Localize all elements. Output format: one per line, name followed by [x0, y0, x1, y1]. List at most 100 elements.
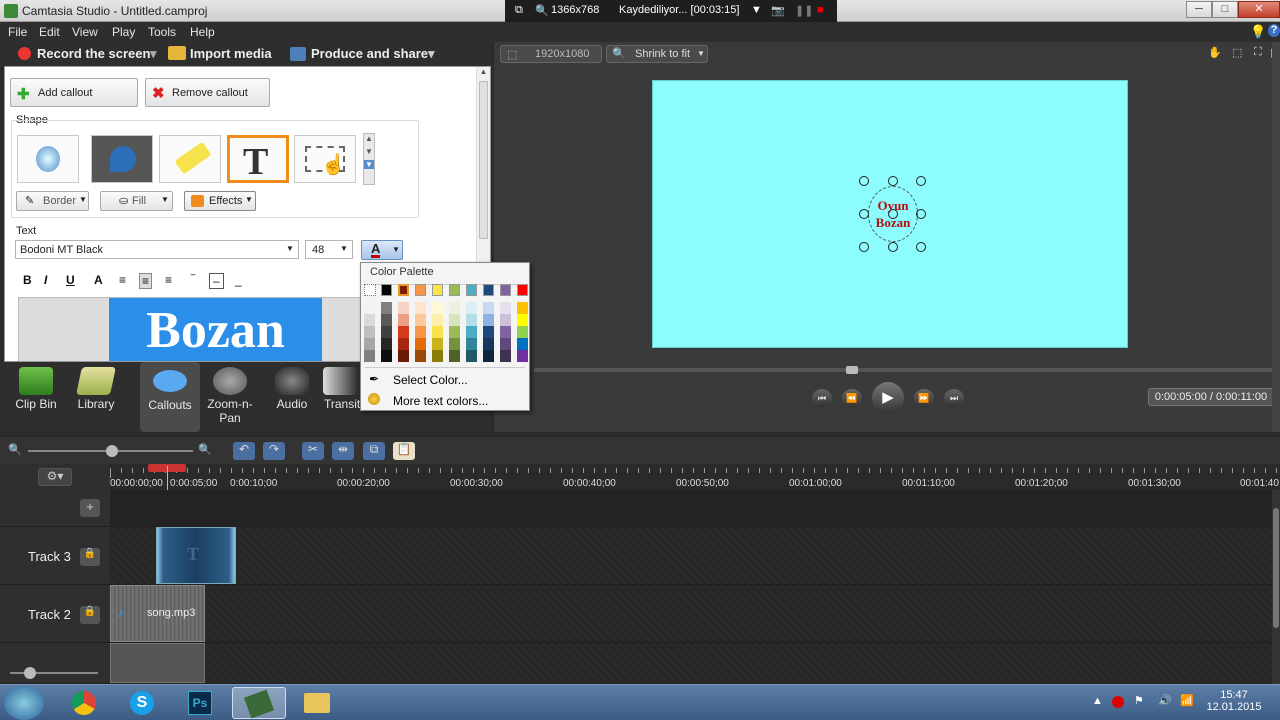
- cut-icon[interactable]: ✂: [302, 442, 324, 460]
- minimize-button[interactable]: ─: [1186, 1, 1212, 18]
- pan-hand-icon[interactable]: ✋: [1208, 46, 1222, 59]
- stop-icon[interactable]: ■: [817, 4, 824, 16]
- tool-library[interactable]: Library: [66, 362, 126, 432]
- help-icon[interactable]: ?: [1268, 24, 1280, 37]
- menu-play[interactable]: Play: [112, 25, 135, 39]
- lock-icon[interactable]: 🔒: [80, 548, 100, 566]
- fill-dropdown[interactable]: ⛀ Fill ▼: [100, 191, 173, 211]
- preview-scrubber[interactable]: [534, 368, 1280, 372]
- split-icon[interactable]: ⇹: [332, 442, 354, 460]
- shape-speech-bubble[interactable]: [17, 135, 79, 183]
- color-swatch[interactable]: [449, 284, 460, 296]
- taskbar-clock[interactable]: 15:47 12.01.2015: [1204, 689, 1264, 713]
- color-swatch[interactable]: [466, 326, 477, 338]
- color-swatch[interactable]: [415, 302, 426, 314]
- color-swatch[interactable]: [449, 338, 460, 350]
- text-color-dropdown[interactable]: A ▼: [361, 240, 403, 260]
- color-swatch[interactable]: [483, 302, 494, 314]
- color-swatch[interactable]: [415, 350, 426, 362]
- track-settings-gear-icon[interactable]: ⚙▾: [38, 468, 72, 486]
- color-swatch[interactable]: [517, 338, 528, 350]
- effects-dropdown[interactable]: Effects ▼: [184, 191, 256, 211]
- color-swatch[interactable]: [398, 338, 409, 350]
- menu-help[interactable]: Help: [190, 25, 215, 39]
- add-callout-button[interactable]: ✚ Add callout: [10, 78, 138, 107]
- underline-button[interactable]: U: [66, 273, 75, 287]
- resize-handle-bl[interactable]: [859, 242, 869, 252]
- canvas-callout[interactable]: Oyun Bozan: [859, 176, 926, 252]
- tray-record-icon[interactable]: [1112, 696, 1124, 708]
- tray-volume-icon[interactable]: 🔊: [1158, 694, 1172, 707]
- explorer-taskbar-app[interactable]: [290, 687, 344, 719]
- play-icon[interactable]: ▶: [872, 382, 904, 414]
- color-swatch[interactable]: [381, 338, 392, 350]
- track-height-thumb[interactable]: [24, 667, 36, 679]
- skype-taskbar-app[interactable]: S: [116, 687, 170, 719]
- color-swatch[interactable]: [381, 314, 392, 326]
- timeline-ruler[interactable]: 00:00:00;00 0:00:10;00 00:00:20;00 00:00:30…: [110, 464, 1280, 490]
- bold-button[interactable]: B: [23, 273, 32, 287]
- preview-scrubber-thumb[interactable]: [846, 366, 858, 374]
- align-center-button[interactable]: ≡: [139, 273, 153, 289]
- color-swatch[interactable]: [517, 284, 528, 296]
- swatch-transparent[interactable]: [364, 284, 376, 296]
- border-dropdown[interactable]: ✎ Border ▼: [16, 191, 89, 211]
- color-swatch[interactable]: [500, 350, 511, 362]
- resize-handle-l[interactable]: [859, 209, 869, 219]
- menu-tools[interactable]: Tools: [148, 25, 176, 39]
- shape-filled-bubble[interactable]: [91, 135, 153, 183]
- align-left-button[interactable]: ≡: [119, 273, 126, 287]
- color-swatch[interactable]: [398, 284, 409, 296]
- color-swatch[interactable]: [398, 314, 409, 326]
- canvas-size-dropdown[interactable]: ⬚ 1920x1080: [500, 45, 602, 63]
- shape-text-only[interactable]: T: [227, 135, 289, 183]
- resize-handle-b[interactable]: [888, 242, 898, 252]
- resize-handle-tr[interactable]: [916, 176, 926, 186]
- audio-clip[interactable]: ♪ song.mp3: [110, 585, 205, 642]
- color-swatch[interactable]: [483, 284, 494, 296]
- color-swatch[interactable]: [500, 338, 511, 350]
- resize-handle-tl[interactable]: [859, 176, 869, 186]
- color-swatch[interactable]: [381, 284, 392, 296]
- color-swatch[interactable]: [432, 284, 443, 296]
- color-swatch[interactable]: [466, 314, 477, 326]
- color-swatch[interactable]: [500, 326, 511, 338]
- track-row-3[interactable]: T: [110, 527, 1272, 585]
- preview-canvas[interactable]: Oyun Bozan: [652, 80, 1128, 348]
- color-swatch[interactable]: [517, 302, 528, 314]
- color-swatch[interactable]: [449, 302, 460, 314]
- valign-middle-button[interactable]: –: [209, 273, 224, 289]
- shape-click-area[interactable]: ☝: [294, 135, 356, 183]
- pause-icon[interactable]: ❚❚: [795, 4, 813, 17]
- color-swatch[interactable]: [381, 350, 392, 362]
- fast-forward-icon[interactable]: ⏩: [914, 389, 934, 407]
- skip-forward-icon[interactable]: ⏭: [944, 389, 964, 407]
- color-swatch[interactable]: [466, 302, 477, 314]
- window-mode-icon[interactable]: ⧉: [515, 4, 523, 17]
- color-swatch[interactable]: [449, 314, 460, 326]
- start-button-icon[interactable]: [4, 686, 44, 720]
- valign-bottom-button[interactable]: _: [235, 273, 242, 287]
- tool-clip-bin[interactable]: Clip Bin: [6, 362, 66, 432]
- zoom-icon[interactable]: 🔍: [535, 4, 549, 17]
- track-row-2[interactable]: ♪ song.mp3: [110, 585, 1272, 643]
- font-size-select[interactable]: 48 ▼: [305, 240, 353, 259]
- lock-icon[interactable]: 🔒: [80, 606, 100, 624]
- callout-clip[interactable]: T: [156, 527, 236, 584]
- color-swatch[interactable]: [381, 302, 392, 314]
- record-screen-button[interactable]: Record the screen: [37, 46, 150, 61]
- color-swatch[interactable]: [364, 350, 375, 362]
- panel-scroll-thumb[interactable]: [479, 81, 488, 239]
- color-swatch[interactable]: [432, 338, 443, 350]
- select-color-item[interactable]: ✒ Select Color...: [367, 372, 527, 388]
- color-swatch[interactable]: [432, 302, 443, 314]
- menu-view[interactable]: View: [72, 25, 98, 39]
- color-swatch[interactable]: [466, 350, 477, 362]
- zoom-out-icon[interactable]: 🔍: [8, 443, 22, 456]
- menu-file[interactable]: File: [8, 25, 27, 39]
- color-swatch[interactable]: [364, 302, 375, 314]
- color-swatch[interactable]: [466, 338, 477, 350]
- tray-expand-icon[interactable]: ▲: [1092, 695, 1103, 707]
- color-swatch[interactable]: [500, 302, 511, 314]
- undo-icon[interactable]: ↶: [233, 442, 255, 460]
